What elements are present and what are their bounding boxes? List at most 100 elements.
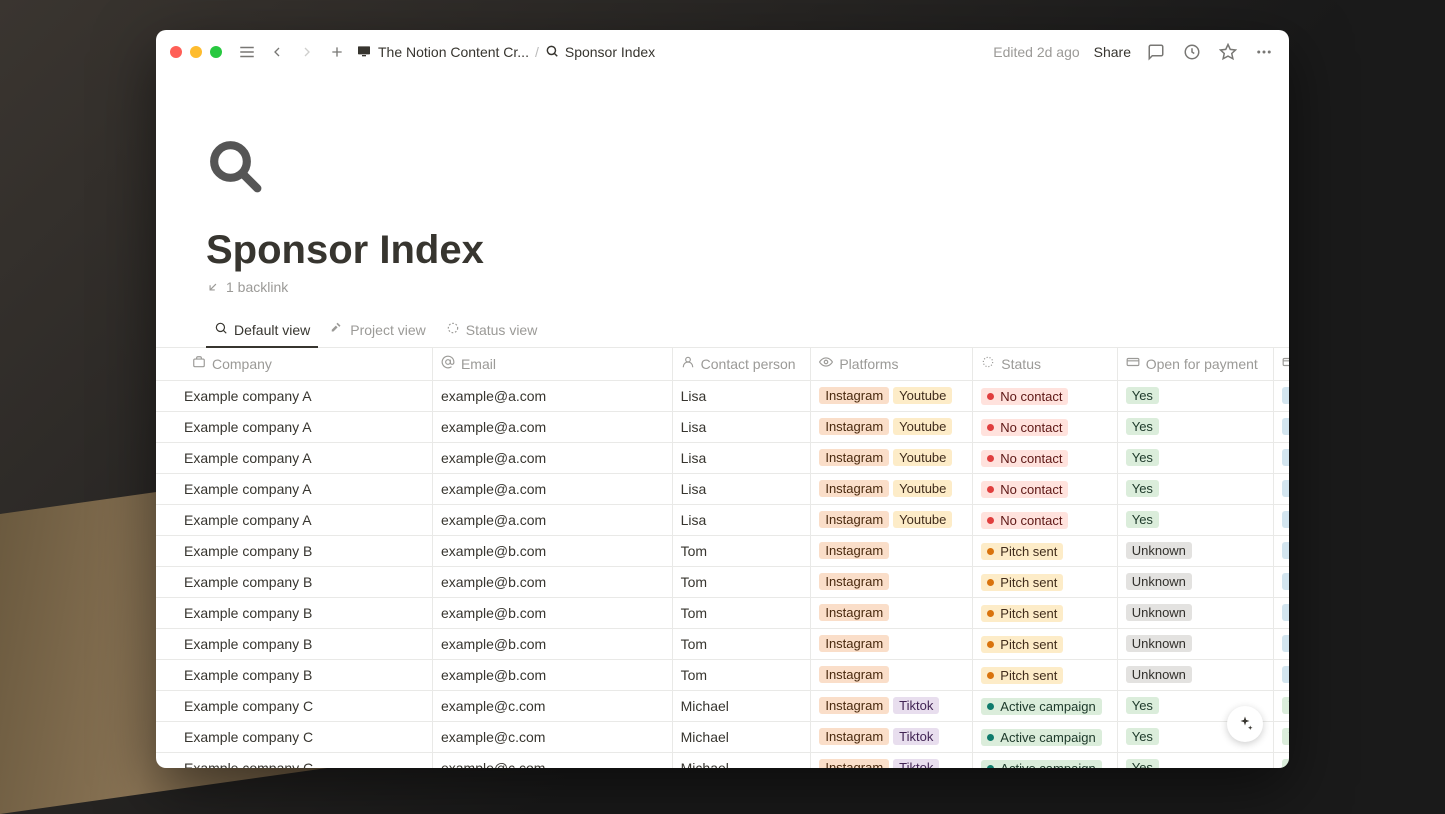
cell-open-for-payment[interactable]: Unknown bbox=[1117, 597, 1274, 628]
table-row[interactable]: Example company Cexample@c.comMichaelIns… bbox=[156, 690, 1289, 721]
cell-company[interactable]: Example company B bbox=[156, 659, 432, 690]
cell-open-for-payment[interactable]: Unknown bbox=[1117, 535, 1274, 566]
cell-company[interactable]: Example company A bbox=[156, 504, 432, 535]
cell-status[interactable]: No contact bbox=[973, 380, 1117, 411]
cell-platforms[interactable]: InstagramYoutube bbox=[811, 411, 973, 442]
cell-status[interactable]: Active campaign bbox=[973, 752, 1117, 768]
cell-extra[interactable]: N bbox=[1274, 535, 1289, 566]
cell-platforms[interactable]: InstagramYoutube bbox=[811, 442, 973, 473]
cell-platforms[interactable]: Instagram bbox=[811, 535, 973, 566]
cell-contact[interactable]: Michael bbox=[672, 721, 811, 752]
cell-extra[interactable]: N bbox=[1274, 380, 1289, 411]
maximize-window-button[interactable] bbox=[210, 46, 222, 58]
cell-open-for-payment[interactable]: Unknown bbox=[1117, 628, 1274, 659]
cell-email[interactable]: example@b.com bbox=[432, 597, 672, 628]
cell-platforms[interactable]: InstagramTiktok bbox=[811, 752, 973, 768]
cell-open-for-payment[interactable]: Yes bbox=[1117, 442, 1274, 473]
cell-platforms[interactable]: Instagram bbox=[811, 659, 973, 690]
cell-company[interactable]: Example company A bbox=[156, 473, 432, 504]
cell-email[interactable]: example@a.com bbox=[432, 504, 672, 535]
table-row[interactable]: Example company Bexample@b.comTomInstagr… bbox=[156, 659, 1289, 690]
cell-status[interactable]: No contact bbox=[973, 473, 1117, 504]
cell-contact[interactable]: Tom bbox=[672, 597, 811, 628]
cell-status[interactable]: Pitch sent bbox=[973, 566, 1117, 597]
cell-open-for-payment[interactable]: Yes bbox=[1117, 504, 1274, 535]
table-row[interactable]: Example company Aexample@a.comLisaInstag… bbox=[156, 380, 1289, 411]
nav-forward-button[interactable] bbox=[296, 41, 318, 63]
cell-contact[interactable]: Michael bbox=[672, 752, 811, 768]
cell-platforms[interactable]: InstagramTiktok bbox=[811, 690, 973, 721]
cell-status[interactable]: Pitch sent bbox=[973, 535, 1117, 566]
cell-email[interactable]: example@a.com bbox=[432, 411, 672, 442]
table-row[interactable]: Example company Aexample@a.comLisaInstag… bbox=[156, 473, 1289, 504]
cell-company[interactable]: Example company C bbox=[156, 721, 432, 752]
cell-company[interactable]: Example company B bbox=[156, 535, 432, 566]
cell-email[interactable]: example@a.com bbox=[432, 473, 672, 504]
tab-status-view[interactable]: Status view bbox=[438, 315, 546, 348]
breadcrumb-parent[interactable]: The Notion Content Cr... bbox=[378, 44, 529, 60]
cell-extra[interactable]: Y bbox=[1274, 690, 1289, 721]
cell-email[interactable]: example@b.com bbox=[432, 566, 672, 597]
column-header-extra[interactable] bbox=[1274, 348, 1289, 380]
cell-email[interactable]: example@c.com bbox=[432, 721, 672, 752]
cell-company[interactable]: Example company A bbox=[156, 411, 432, 442]
cell-contact[interactable]: Lisa bbox=[672, 411, 811, 442]
cell-open-for-payment[interactable]: Unknown bbox=[1117, 659, 1274, 690]
cell-platforms[interactable]: InstagramTiktok bbox=[811, 721, 973, 752]
share-button[interactable]: Share bbox=[1094, 44, 1131, 60]
cell-extra[interactable]: N bbox=[1274, 504, 1289, 535]
cell-platforms[interactable]: Instagram bbox=[811, 566, 973, 597]
cell-extra[interactable]: N bbox=[1274, 597, 1289, 628]
cell-email[interactable]: example@b.com bbox=[432, 659, 672, 690]
cell-platforms[interactable]: Instagram bbox=[811, 628, 973, 659]
comments-button[interactable] bbox=[1145, 41, 1167, 63]
cell-open-for-payment[interactable]: Yes bbox=[1117, 473, 1274, 504]
updates-button[interactable] bbox=[1181, 41, 1203, 63]
cell-open-for-payment[interactable]: Yes bbox=[1117, 380, 1274, 411]
table-row[interactable]: Example company Bexample@b.comTomInstagr… bbox=[156, 597, 1289, 628]
cell-status[interactable]: Pitch sent bbox=[973, 659, 1117, 690]
cell-contact[interactable]: Tom bbox=[672, 628, 811, 659]
cell-extra[interactable]: Y bbox=[1274, 721, 1289, 752]
more-button[interactable] bbox=[1253, 41, 1275, 63]
cell-open-for-payment[interactable]: Unknown bbox=[1117, 566, 1274, 597]
table-row[interactable]: Example company Aexample@a.comLisaInstag… bbox=[156, 411, 1289, 442]
cell-extra[interactable]: N bbox=[1274, 473, 1289, 504]
cell-email[interactable]: example@b.com bbox=[432, 535, 672, 566]
cell-status[interactable]: Active campaign bbox=[973, 721, 1117, 752]
table-row[interactable]: Example company Aexample@a.comLisaInstag… bbox=[156, 504, 1289, 535]
cell-status[interactable]: No contact bbox=[973, 504, 1117, 535]
cell-company[interactable]: Example company B bbox=[156, 597, 432, 628]
cell-open-for-payment[interactable]: Yes bbox=[1117, 752, 1274, 768]
cell-company[interactable]: Example company C bbox=[156, 690, 432, 721]
cell-open-for-payment[interactable]: Yes bbox=[1117, 411, 1274, 442]
cell-extra[interactable]: N bbox=[1274, 411, 1289, 442]
table-row[interactable]: Example company Aexample@a.comLisaInstag… bbox=[156, 442, 1289, 473]
column-header-open[interactable]: Open for payment bbox=[1117, 348, 1274, 380]
page-title[interactable]: Sponsor Index bbox=[206, 228, 1209, 273]
cell-email[interactable]: example@a.com bbox=[432, 380, 672, 411]
cell-platforms[interactable]: InstagramYoutube bbox=[811, 473, 973, 504]
column-header-company[interactable]: Company bbox=[156, 348, 432, 380]
breadcrumb-current[interactable]: Sponsor Index bbox=[565, 44, 655, 60]
cell-extra[interactable]: N bbox=[1274, 659, 1289, 690]
new-tab-button[interactable] bbox=[326, 41, 348, 63]
cell-email[interactable]: example@c.com bbox=[432, 690, 672, 721]
cell-contact[interactable]: Lisa bbox=[672, 504, 811, 535]
table-row[interactable]: Example company Cexample@c.comMichaelIns… bbox=[156, 752, 1289, 768]
cell-status[interactable]: No contact bbox=[973, 411, 1117, 442]
cell-status[interactable]: No contact bbox=[973, 442, 1117, 473]
cell-email[interactable]: example@a.com bbox=[432, 442, 672, 473]
cell-status[interactable]: Active campaign bbox=[973, 690, 1117, 721]
sidebar-toggle-button[interactable] bbox=[236, 41, 258, 63]
ai-fab-button[interactable] bbox=[1227, 706, 1263, 742]
column-header-contact[interactable]: Contact person bbox=[672, 348, 811, 380]
cell-company[interactable]: Example company A bbox=[156, 442, 432, 473]
cell-contact[interactable]: Tom bbox=[672, 659, 811, 690]
cell-contact[interactable]: Michael bbox=[672, 690, 811, 721]
cell-company[interactable]: Example company C bbox=[156, 752, 432, 768]
tab-project-view[interactable]: Project view bbox=[322, 315, 433, 348]
cell-extra[interactable]: N bbox=[1274, 566, 1289, 597]
cell-contact[interactable]: Tom bbox=[672, 535, 811, 566]
cell-status[interactable]: Pitch sent bbox=[973, 597, 1117, 628]
